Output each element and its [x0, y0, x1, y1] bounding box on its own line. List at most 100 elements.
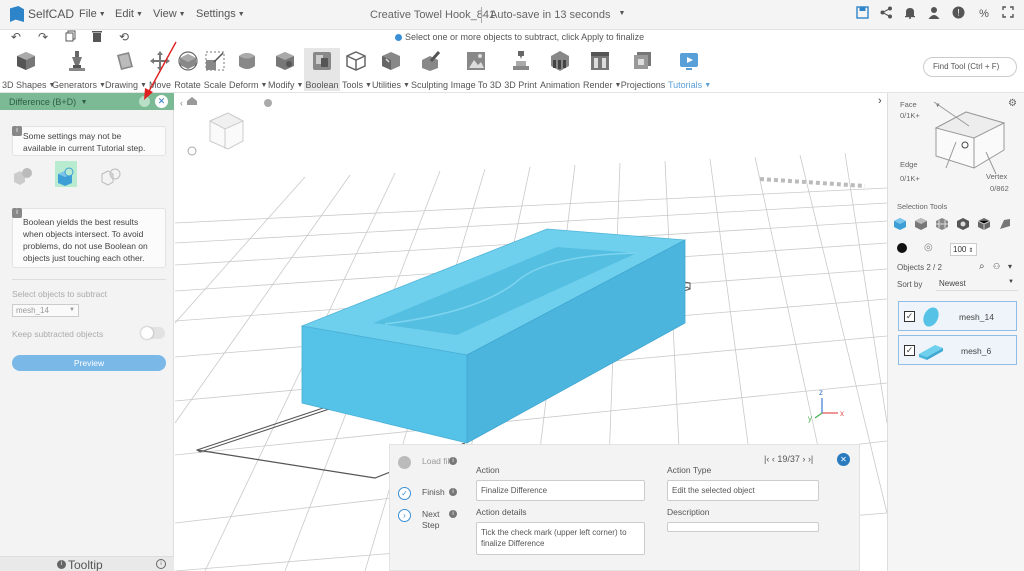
- copy-icon[interactable]: [63, 30, 77, 45]
- chevron-down-icon[interactable]: ▾: [1008, 262, 1012, 271]
- texture-icon[interactable]: ◎: [924, 242, 933, 253]
- close-steps-icon[interactable]: ✕: [837, 453, 850, 466]
- svg-text:!: !: [957, 8, 960, 18]
- generator-icon: [69, 51, 85, 71]
- project-title[interactable]: Creative Towel Hook_841: [370, 9, 495, 21]
- share-icon[interactable]: [878, 6, 894, 22]
- tool-sculpting[interactable]: Sculpting: [411, 50, 448, 90]
- next-step-icon[interactable]: ›: [802, 454, 805, 464]
- deform-icon: [239, 53, 255, 69]
- search-icon[interactable]: ⌕: [979, 261, 985, 272]
- first-step-icon[interactable]: |‹: [764, 454, 769, 464]
- fullscreen-icon[interactable]: [1000, 6, 1016, 22]
- menu-edit[interactable]: Edit ▼: [115, 8, 143, 20]
- color-swatch[interactable]: [897, 243, 907, 253]
- tool-generators[interactable]: Generators ▼: [52, 50, 106, 90]
- user-account-icon[interactable]: [926, 6, 942, 22]
- tool-tutorials[interactable]: Tutorials ▼: [668, 50, 711, 90]
- object-name: mesh_6: [961, 346, 992, 356]
- tool-image-to-3d[interactable]: Image To 3D: [450, 50, 502, 90]
- menu-view[interactable]: View ▼: [153, 8, 186, 20]
- view-cube[interactable]: [208, 112, 245, 150]
- select-object-icon[interactable]: [893, 217, 907, 231]
- tool-render[interactable]: Render ▼: [583, 50, 621, 90]
- info-icon: i: [449, 488, 457, 496]
- notification-bell-icon[interactable]: [902, 6, 918, 22]
- select-grid-icon[interactable]: [935, 217, 949, 231]
- info-icon: i: [12, 208, 22, 218]
- tool-scale[interactable]: Scale: [203, 50, 227, 90]
- selection-tools-label: Selection Tools: [897, 202, 948, 211]
- autosave-status: Auto-save in 13 seconds: [490, 9, 611, 21]
- object-row-mesh-6[interactable]: ✓ mesh_6: [898, 335, 1017, 365]
- tool-utilities[interactable]: Utilities ▼: [372, 50, 410, 90]
- select-lasso-icon[interactable]: [998, 217, 1012, 231]
- delete-icon[interactable]: [90, 30, 104, 45]
- utilities-icon: [381, 52, 400, 70]
- tool-3d-print[interactable]: 3D Print: [503, 50, 538, 90]
- camera-icon[interactable]: [187, 146, 197, 156]
- keep-subtracted-toggle[interactable]: [141, 327, 165, 339]
- tutorials-icon: [680, 53, 698, 70]
- difference-op-icon[interactable]: [55, 165, 77, 187]
- step-counter: 19/37: [777, 454, 800, 464]
- action-details-field: Tick the check mark (upper left corner) …: [476, 522, 645, 555]
- prev-step-icon[interactable]: ‹: [772, 454, 775, 464]
- home-view-icon[interactable]: [187, 97, 197, 105]
- units-icon[interactable]: %: [976, 6, 992, 22]
- tool-tools[interactable]: Tools ▼: [342, 50, 372, 90]
- collapse-panel-icon[interactable]: ›: [878, 95, 882, 107]
- light-icon[interactable]: [264, 99, 272, 107]
- opacity-input[interactable]: 100 ⇕: [950, 243, 977, 256]
- unlink-icon[interactable]: ⚇: [993, 262, 1000, 271]
- object-row-mesh-14[interactable]: ✓ mesh_14: [898, 301, 1017, 331]
- tool-deform[interactable]: Deform ▼: [229, 50, 267, 90]
- undo-icon[interactable]: ↶: [9, 30, 23, 44]
- last-step-icon[interactable]: ›|: [808, 454, 813, 464]
- redo-icon[interactable]: ↷: [36, 30, 50, 44]
- save-icon[interactable]: [854, 6, 870, 22]
- description-field: [667, 522, 819, 532]
- help-icon[interactable]: !: [950, 6, 966, 22]
- modify-icon: [276, 52, 294, 70]
- subtract-object-select[interactable]: mesh_14 ▼: [12, 304, 79, 317]
- menu-settings[interactable]: Settings ▼: [196, 8, 245, 20]
- tool-modify[interactable]: Modify ▼: [268, 50, 303, 90]
- right-panel: › Face ▼ 0/1K+ Edge 0/1K+ Vertex 0/862 ⚙…: [878, 93, 1024, 571]
- stepper-icon: ⇕: [968, 248, 974, 254]
- tooltip-bar[interactable]: i Tooltip i: [0, 556, 174, 571]
- tool-projections[interactable]: Projections: [620, 50, 666, 90]
- sort-label: Sort by: [897, 280, 923, 289]
- app-logo[interactable]: SelfCAD: [10, 6, 74, 22]
- selection-cube-diagram[interactable]: [926, 98, 1016, 176]
- towel-hook-model[interactable]: [300, 228, 687, 444]
- selfcad-app: SelfCAD File ▼ Edit ▼ View ▼ Settings ▼ Crea…: [0, 0, 1024, 571]
- select-edge-icon[interactable]: [956, 217, 970, 231]
- tool-hint: Select one or more objects to subtract, …: [395, 32, 644, 42]
- tool-boolean[interactable]: Boolean: [304, 48, 340, 91]
- app-name: SelfCAD: [28, 7, 75, 21]
- select-vertex-icon[interactable]: [977, 217, 991, 231]
- tool-3d-shapes[interactable]: 3D Shapes ▼: [2, 50, 55, 90]
- union-op-icon[interactable]: [12, 165, 34, 187]
- chevron-left-icon[interactable]: ‹: [180, 98, 183, 108]
- axis-gizmo: x z y: [808, 388, 844, 423]
- intersection-op-icon[interactable]: [100, 165, 122, 187]
- object-checkbox[interactable]: ✓: [904, 345, 915, 356]
- reset-view-icon[interactable]: ⟲: [117, 30, 131, 44]
- action-label: Action: [476, 465, 500, 475]
- tooltip-info-icon[interactable]: i: [156, 559, 166, 569]
- project-dropdown-icon[interactable]: ▼: [614, 6, 630, 22]
- title-divider: [481, 7, 482, 23]
- tool-animation[interactable]: Animation: [539, 50, 581, 90]
- find-tool-input[interactable]: Find Tool (Ctrl + F): [923, 57, 1017, 77]
- tooltip-label: Tooltip: [68, 558, 103, 571]
- done-step-icon: [398, 456, 411, 469]
- sort-select[interactable]: Newest ▼: [936, 279, 1018, 291]
- preview-button[interactable]: Preview: [12, 355, 166, 371]
- check-icon: ✓: [398, 487, 411, 500]
- menu-file[interactable]: File ▼: [79, 8, 106, 20]
- panel-title[interactable]: Difference (B+D) ▼: [9, 97, 88, 107]
- select-face-icon[interactable]: [914, 217, 928, 231]
- object-checkbox[interactable]: ✓: [904, 311, 915, 322]
